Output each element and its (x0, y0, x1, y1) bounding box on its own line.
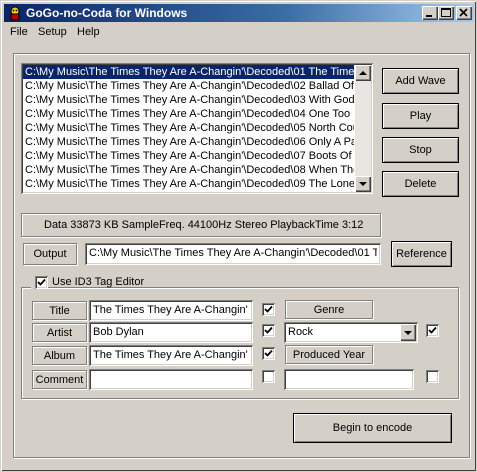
title-field[interactable]: The Times They Are A-Changin' (89, 300, 253, 321)
checkmark-icon (37, 278, 46, 286)
file-list-item[interactable]: C:\My Music\The Times They Are A-Changin… (23, 177, 354, 191)
album-value: The Times They Are A-Changin' (93, 349, 248, 361)
file-list-item[interactable]: C:\My Music\The Times They Are A-Changin… (23, 93, 354, 107)
window-title: GoGo-no-Coda for Windows (26, 6, 188, 20)
year-label: Produced Year (285, 345, 373, 364)
id3-enable-toggle[interactable]: Use ID3 Tag Editor (31, 276, 144, 290)
maximize-button[interactable] (438, 6, 454, 20)
year-checkbox[interactable] (426, 370, 439, 383)
checkmark-icon (428, 326, 437, 334)
comment-checkbox[interactable] (262, 370, 275, 383)
add-wave-button[interactable]: Add Wave (382, 68, 459, 94)
reference-button[interactable]: Reference (391, 241, 452, 267)
output-label: Output (23, 243, 77, 265)
title-value: The Times They Are A-Changin' (93, 304, 248, 316)
file-listbox[interactable]: C:\My Music\The Times They Are A-Changin… (21, 63, 373, 194)
scroll-down-button[interactable] (355, 176, 371, 192)
file-info-box: Data 33873 KB SampleFreq. 44100Hz Stereo… (21, 213, 381, 237)
id3-enable-label: Use ID3 Tag Editor (52, 276, 145, 288)
maximize-icon (441, 8, 451, 17)
list-scrollbar[interactable] (355, 65, 371, 192)
close-button[interactable] (456, 6, 472, 20)
file-list-item[interactable]: C:\My Music\The Times They Are A-Changin… (23, 79, 354, 93)
begin-encode-button[interactable]: Begin to encode (293, 413, 452, 443)
id3-enable-checkbox[interactable] (35, 276, 48, 289)
genre-label: Genre (285, 300, 373, 319)
title-label: Title (32, 301, 87, 320)
output-path-value: C:\My Music\The Times They Are A-Changin… (89, 247, 377, 259)
checkmark-icon (264, 326, 273, 334)
stop-button[interactable]: Stop (382, 137, 459, 163)
year-field[interactable] (284, 369, 414, 390)
menu-bar: File Setup Help (4, 23, 474, 41)
title-checkbox[interactable] (262, 303, 275, 316)
album-label: Album (32, 346, 87, 365)
file-list: C:\My Music\The Times They Are A-Changin… (23, 65, 354, 192)
scroll-up-button[interactable] (355, 65, 371, 81)
title-bar[interactable]: GoGo-no-Coda for Windows (4, 4, 474, 22)
menu-file[interactable]: File (10, 26, 28, 38)
file-list-item[interactable]: C:\My Music\The Times They Are A-Changin… (23, 163, 354, 177)
arrow-up-icon (359, 71, 367, 75)
comment-field[interactable] (89, 369, 253, 390)
minimize-button[interactable] (422, 6, 438, 20)
menu-help[interactable]: Help (77, 26, 100, 38)
genre-checkbox[interactable] (426, 324, 439, 337)
file-list-item[interactable]: C:\My Music\The Times They Are A-Changin… (23, 135, 354, 149)
comment-label: Comment (32, 370, 87, 389)
artist-label: Artist (32, 323, 87, 342)
close-icon (459, 8, 468, 17)
album-checkbox[interactable] (262, 347, 275, 360)
minimize-icon (426, 15, 432, 17)
gogo-app-icon (10, 6, 20, 21)
artist-checkbox[interactable] (262, 324, 275, 337)
delete-button[interactable]: Delete (382, 171, 459, 197)
genre-combobox[interactable]: Rock (284, 322, 418, 343)
artist-value: Bob Dylan (93, 326, 144, 338)
output-path-field[interactable]: C:\My Music\The Times They Are A-Changin… (85, 243, 381, 265)
artist-field[interactable]: Bob Dylan (89, 322, 253, 343)
genre-value: Rock (288, 326, 314, 338)
file-list-item[interactable]: C:\My Music\The Times They Are A-Changin… (23, 107, 354, 121)
menu-setup[interactable]: Setup (38, 26, 67, 38)
album-field[interactable]: The Times They Are A-Changin' (89, 345, 253, 366)
file-info-text: Data 33873 KB SampleFreq. 44100Hz Stereo… (44, 219, 364, 231)
chevron-down-icon (404, 331, 412, 335)
app-window: GoGo-no-Coda for Windows File Setup Help… (0, 0, 477, 472)
file-list-item[interactable]: C:\My Music\The Times They Are A-Changin… (23, 149, 354, 163)
checkmark-icon (264, 305, 273, 313)
file-list-item[interactable]: C:\My Music\The Times They Are A-Changin… (23, 121, 354, 135)
checkmark-icon (264, 349, 273, 357)
genre-dropdown-button[interactable] (400, 324, 416, 341)
arrow-down-icon (359, 182, 367, 186)
file-list-item[interactable]: C:\My Music\The Times They Are A-Changin… (23, 65, 354, 79)
play-button[interactable]: Play (382, 103, 459, 129)
